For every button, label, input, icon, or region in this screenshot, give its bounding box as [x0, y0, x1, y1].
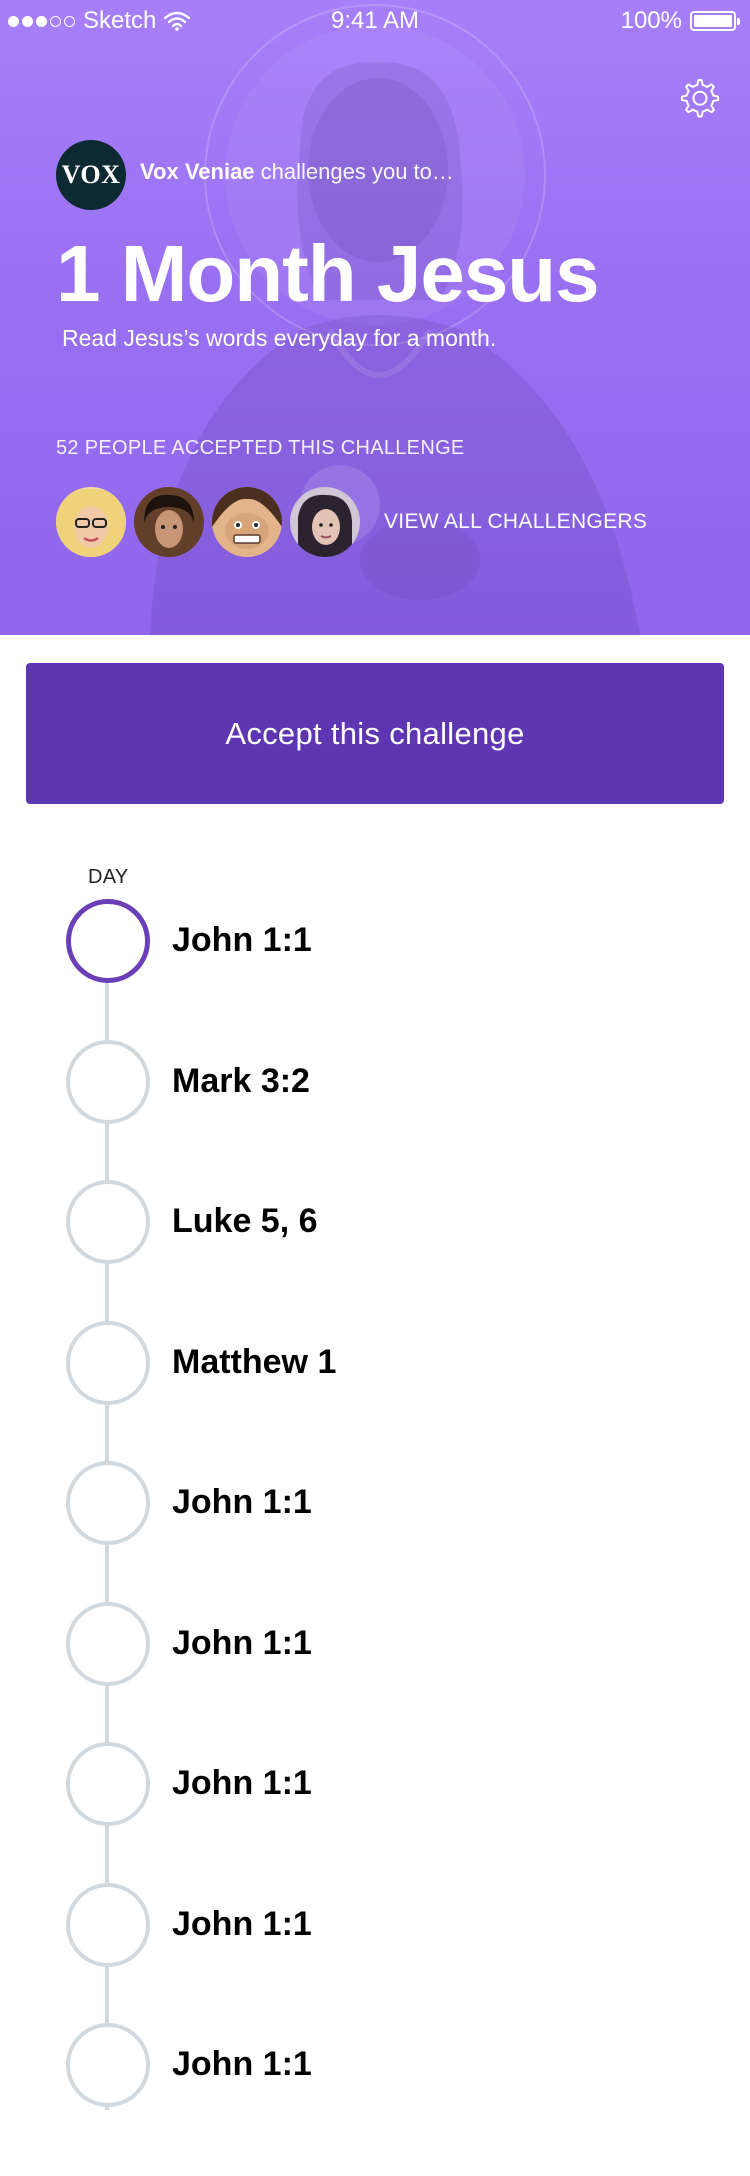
day-marker[interactable]	[66, 1742, 150, 1826]
gear-icon	[680, 79, 720, 118]
day-reading-label[interactable]: Luke 5, 6	[172, 1202, 318, 1241]
day-item[interactable]: John 1:1	[0, 1601, 750, 1692]
day-reading-label[interactable]: John 1:1	[172, 1905, 312, 1944]
day-marker[interactable]	[66, 1461, 150, 1545]
day-marker[interactable]	[66, 2023, 150, 2107]
day-item[interactable]: Matthew 1	[0, 1320, 750, 1411]
day-reading-label[interactable]: Matthew 1	[172, 1343, 336, 1382]
accept-challenge-button[interactable]: Accept this challenge	[26, 663, 724, 804]
challenger-avatar[interactable]	[134, 487, 204, 557]
day-reading-label[interactable]: John 1:1	[172, 1483, 312, 1522]
challenge-screen: Sketch 9:41 AM 100% VOX Vox Veniae chall…	[0, 0, 750, 2176]
day-item[interactable]: John 1:1	[0, 899, 750, 989]
challenger-avatar[interactable]	[290, 487, 360, 557]
challenge-description: Read Jesus’s words everyday for a month.	[62, 325, 497, 351]
day-item[interactable]: Luke 5, 6	[0, 1180, 750, 1270]
day-item[interactable]: John 1:1	[0, 2023, 750, 2113]
day-item[interactable]: John 1:1	[0, 1461, 750, 1551]
day-marker[interactable]	[66, 1039, 150, 1124]
status-right: 100%	[620, 7, 740, 35]
day-marker[interactable]	[66, 1320, 150, 1405]
settings-button[interactable]	[674, 72, 726, 124]
challenger-line: Vox Veniae challenges you to…	[140, 159, 454, 185]
day-item[interactable]: John 1:1	[0, 1882, 750, 1973]
day-marker[interactable]	[66, 1882, 150, 1967]
day-reading-label[interactable]: John 1:1	[172, 2045, 312, 2084]
challenger-avatar[interactable]	[212, 487, 282, 557]
status-bar: Sketch 9:41 AM 100%	[0, 0, 750, 40]
accepted-count: 52 PEOPLE ACCEPTED THIS CHALLENGE	[56, 437, 465, 459]
challenge-title: 1 Month Jesus	[56, 229, 600, 318]
day-item[interactable]: Mark 3:2	[0, 1039, 750, 1130]
day-reading-label[interactable]: Mark 3:2	[172, 1062, 310, 1101]
day-reading-label[interactable]: John 1:1	[172, 921, 312, 960]
challenger-name[interactable]: Vox Veniae	[140, 159, 255, 184]
challenge-invite-text: challenges you to…	[254, 159, 454, 184]
day-reading-label[interactable]: John 1:1	[172, 1764, 312, 1803]
day-marker[interactable]	[66, 1180, 150, 1264]
battery-percent: 100%	[620, 7, 682, 34]
day-marker[interactable]	[66, 1601, 150, 1686]
day-reading-label[interactable]: John 1:1	[172, 1624, 312, 1663]
challenger-avatar[interactable]	[56, 487, 126, 557]
day-marker-current[interactable]	[66, 899, 150, 983]
battery-icon	[690, 11, 740, 31]
day-column-header: DAY	[88, 866, 129, 888]
battery-level	[694, 15, 732, 27]
challenge-hero: Sketch 9:41 AM 100% VOX Vox Veniae chall…	[0, 0, 750, 635]
day-item[interactable]: John 1:1	[0, 1742, 750, 1832]
challenger-avatar[interactable]: VOX	[56, 140, 126, 210]
view-all-challengers-link[interactable]: VIEW ALL CHALLENGERS	[384, 510, 647, 534]
